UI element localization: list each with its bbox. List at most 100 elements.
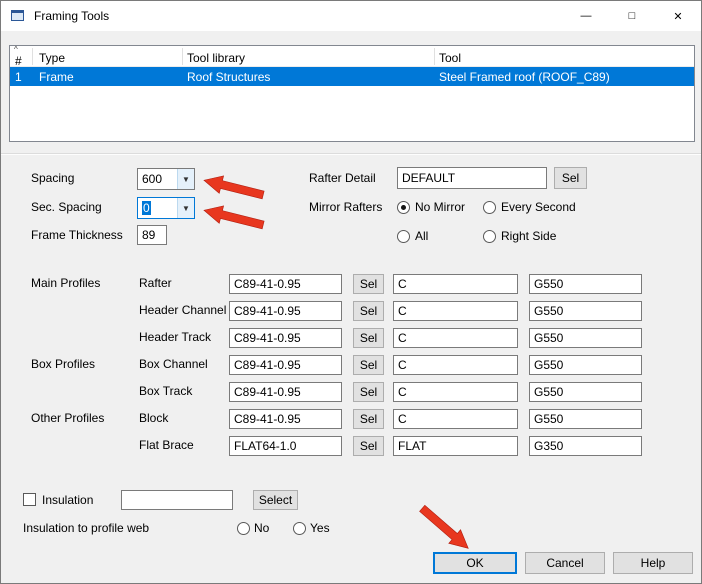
profile-item-label: Box Channel bbox=[139, 357, 208, 371]
table-row[interactable]: 1 Frame Roof Structures Steel Framed roo… bbox=[10, 67, 694, 86]
profile-item-label: Header Track bbox=[139, 330, 211, 344]
profile-grade-field[interactable]: G550 bbox=[529, 382, 642, 402]
help-button[interactable]: Help bbox=[613, 552, 693, 574]
sec-spacing-value: 0 bbox=[142, 201, 151, 215]
profile-row: Box Profiles Box Channel C89-41-0.95 Sel… bbox=[1, 354, 702, 376]
spacing-combobox[interactable]: 600 ▼ bbox=[137, 168, 195, 190]
rafter-detail-sel-button[interactable]: Sel bbox=[554, 167, 587, 189]
profile-sel-button[interactable]: Sel bbox=[353, 436, 384, 456]
frame-thickness-label: Frame Thickness bbox=[31, 228, 123, 242]
radio-web-no[interactable] bbox=[237, 522, 250, 535]
radio-web-yes-label[interactable]: Yes bbox=[310, 521, 330, 535]
profile-group-label: Other Profiles bbox=[31, 411, 104, 425]
profile-grade-field[interactable]: G550 bbox=[529, 355, 642, 375]
profile-row: Header Track C89-41-0.95 Sel C G550 bbox=[1, 327, 702, 349]
ok-button[interactable]: OK bbox=[433, 552, 517, 574]
radio-web-yes[interactable] bbox=[293, 522, 306, 535]
profile-row: Main Profiles Rafter C89-41-0.95 Sel C G… bbox=[1, 273, 702, 295]
frame-thickness-field[interactable]: 89 bbox=[137, 225, 167, 245]
column-header-tool[interactable]: Tool bbox=[439, 51, 461, 65]
insulation-web-label: Insulation to profile web bbox=[23, 521, 149, 535]
chevron-down-icon[interactable]: ▼ bbox=[177, 198, 194, 218]
column-header-type[interactable]: Type bbox=[39, 51, 65, 65]
profile-item-label: Rafter bbox=[139, 276, 172, 290]
close-button[interactable]: ✕ bbox=[655, 1, 701, 31]
profile-sel-button[interactable]: Sel bbox=[353, 382, 384, 402]
radio-all-label[interactable]: All bbox=[415, 229, 428, 243]
profile-name-field[interactable]: C89-41-0.95 bbox=[229, 274, 342, 294]
profile-group-label: Box Profiles bbox=[31, 357, 95, 371]
sort-ascending-icon: ^ bbox=[14, 45, 18, 54]
insulation-select-button[interactable]: Select bbox=[253, 490, 298, 510]
column-header-num[interactable]: # bbox=[15, 54, 22, 68]
rafter-detail-field[interactable]: DEFAULT bbox=[397, 167, 547, 189]
profile-type-field[interactable]: C bbox=[393, 355, 518, 375]
profile-grade-field[interactable]: G550 bbox=[529, 328, 642, 348]
insulation-checkbox[interactable] bbox=[23, 493, 36, 506]
profile-name-field[interactable]: C89-41-0.95 bbox=[229, 301, 342, 321]
tools-table: ^ # Type Tool library Tool 1 Frame Roof … bbox=[9, 45, 695, 142]
mirror-rafters-label: Mirror Rafters bbox=[309, 200, 382, 214]
profile-row: Flat Brace FLAT64-1.0 Sel FLAT G350 bbox=[1, 435, 702, 457]
row-num: 1 bbox=[15, 70, 22, 84]
profile-grade-field[interactable]: G550 bbox=[529, 409, 642, 429]
radio-right-side-label[interactable]: Right Side bbox=[501, 229, 556, 243]
rafter-detail-label: Rafter Detail bbox=[309, 171, 376, 185]
profile-name-field[interactable]: C89-41-0.95 bbox=[229, 409, 342, 429]
profile-type-field[interactable]: C bbox=[393, 301, 518, 321]
profile-row: Box Track C89-41-0.95 Sel C G550 bbox=[1, 381, 702, 403]
maximize-button[interactable]: □ bbox=[609, 1, 655, 31]
profile-grade-field[interactable]: G550 bbox=[529, 274, 642, 294]
profile-sel-button[interactable]: Sel bbox=[353, 409, 384, 429]
window-title: Framing Tools bbox=[34, 9, 109, 23]
radio-every-second-label[interactable]: Every Second bbox=[501, 200, 576, 214]
profile-type-field[interactable]: C bbox=[393, 382, 518, 402]
profile-sel-button[interactable]: Sel bbox=[353, 274, 384, 294]
profile-type-field[interactable]: C bbox=[393, 409, 518, 429]
column-header-library[interactable]: Tool library bbox=[187, 51, 245, 65]
radio-no-mirror[interactable] bbox=[397, 201, 410, 214]
spacing-label: Spacing bbox=[31, 171, 74, 185]
radio-right-side[interactable] bbox=[483, 230, 496, 243]
row-library: Roof Structures bbox=[187, 70, 270, 84]
profile-row: Header Channel C89-41-0.95 Sel C G550 bbox=[1, 300, 702, 322]
radio-web-no-label[interactable]: No bbox=[254, 521, 269, 535]
sec-spacing-combobox[interactable]: 0 ▼ bbox=[137, 197, 195, 219]
profile-item-label: Header Channel bbox=[139, 303, 226, 317]
app-icon bbox=[10, 8, 26, 24]
profile-name-field[interactable]: C89-41-0.95 bbox=[229, 355, 342, 375]
title-bar: Framing Tools — □ ✕ bbox=[1, 1, 701, 31]
chevron-down-icon[interactable]: ▼ bbox=[177, 169, 194, 189]
profile-sel-button[interactable]: Sel bbox=[353, 301, 384, 321]
profile-sel-button[interactable]: Sel bbox=[353, 355, 384, 375]
annotation-arrow-sec-spacing bbox=[201, 200, 268, 235]
row-type: Frame bbox=[39, 70, 74, 84]
profile-name-field[interactable]: C89-41-0.95 bbox=[229, 382, 342, 402]
insulation-field[interactable] bbox=[121, 490, 233, 510]
row-tool: Steel Framed roof (ROOF_C89) bbox=[439, 70, 610, 84]
spacing-value: 600 bbox=[138, 172, 177, 186]
profile-grade-field[interactable]: G550 bbox=[529, 301, 642, 321]
profile-group-label: Main Profiles bbox=[31, 276, 100, 290]
annotation-arrow-ok bbox=[414, 499, 475, 556]
profile-sel-button[interactable]: Sel bbox=[353, 328, 384, 348]
minimize-button[interactable]: — bbox=[563, 1, 609, 31]
framing-tools-dialog: Framing Tools — □ ✕ ^ # Type Tool librar… bbox=[0, 0, 702, 584]
profile-type-field[interactable]: FLAT bbox=[393, 436, 518, 456]
sec-spacing-label: Sec. Spacing bbox=[31, 200, 102, 214]
profile-row: Other Profiles Block C89-41-0.95 Sel C G… bbox=[1, 408, 702, 430]
radio-every-second[interactable] bbox=[483, 201, 496, 214]
insulation-label[interactable]: Insulation bbox=[42, 493, 93, 507]
cancel-button[interactable]: Cancel bbox=[525, 552, 605, 574]
profile-item-label: Box Track bbox=[139, 384, 192, 398]
profile-grade-field[interactable]: G350 bbox=[529, 436, 642, 456]
profile-type-field[interactable]: C bbox=[393, 274, 518, 294]
profile-name-field[interactable]: C89-41-0.95 bbox=[229, 328, 342, 348]
profile-name-field[interactable]: FLAT64-1.0 bbox=[229, 436, 342, 456]
table-header: ^ # Type Tool library Tool bbox=[10, 46, 694, 67]
radio-all[interactable] bbox=[397, 230, 410, 243]
annotation-arrow-spacing bbox=[201, 170, 268, 205]
profile-type-field[interactable]: C bbox=[393, 328, 518, 348]
radio-no-mirror-label[interactable]: No Mirror bbox=[415, 200, 465, 214]
section-divider bbox=[1, 153, 702, 155]
